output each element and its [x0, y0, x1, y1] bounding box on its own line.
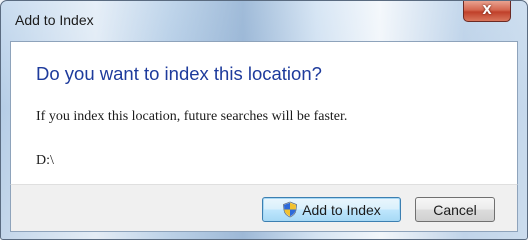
add-to-index-label: Add to Index — [302, 201, 381, 218]
dialog-content: Do you want to index this location? If y… — [10, 41, 518, 184]
close-icon: X — [482, 3, 492, 17]
cancel-label: Cancel — [433, 201, 477, 218]
location-path: D:\ — [36, 153, 54, 168]
dialog-message: If you index this location, future searc… — [36, 109, 348, 124]
close-button[interactable]: X — [463, 1, 511, 22]
cancel-button[interactable]: Cancel — [415, 197, 495, 222]
add-to-index-button[interactable]: Add to Index — [262, 197, 401, 222]
dialog-heading: Do you want to index this location? — [36, 63, 322, 84]
dialog-window: Add to Index X Do you want to index this… — [0, 0, 528, 240]
dialog-footer: Add to Index Cancel — [10, 184, 518, 232]
uac-shield-icon — [283, 201, 298, 218]
window-title: Add to Index — [15, 12, 94, 28]
